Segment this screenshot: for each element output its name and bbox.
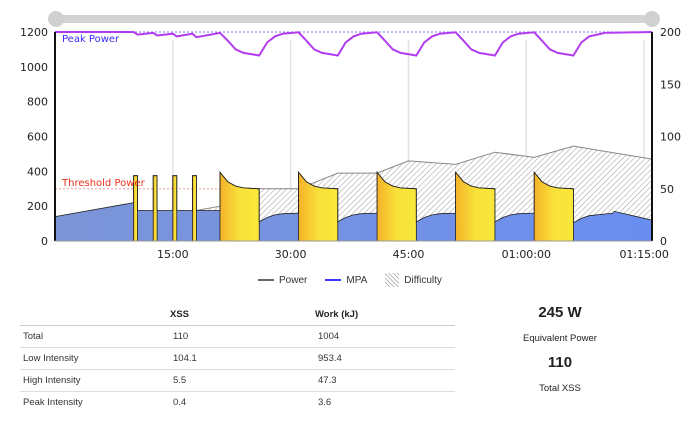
xss-cell: 110 [170, 325, 315, 348]
col-header-xss: XSS [170, 305, 315, 326]
range-slider-track[interactable] [55, 15, 652, 23]
table-row: Peak Intensity 0.4 3.6 [20, 392, 455, 414]
high-intensity-interval [152, 175, 158, 242]
table-row: Total 110 1004 [20, 325, 455, 348]
equivalent-power-value: 245 W [538, 304, 582, 321]
right-y-tick-label: 100 [660, 131, 681, 144]
equivalent-power-label: Equivalent Power [523, 333, 597, 344]
x-tick-label: 01:15:00 [619, 248, 668, 261]
work-cell: 47.3 [315, 369, 455, 392]
right-y-tick-label: 200 [660, 26, 681, 39]
left-y-tick-label: 800 [27, 96, 48, 109]
mpa-line [55, 31, 653, 57]
total-xss-value: 110 [547, 354, 573, 371]
high-intensity-interval [192, 175, 197, 242]
chart-legend: Power MPA Difficulty [258, 273, 442, 287]
xss-cell: 0.4 [173, 397, 187, 408]
difficulty-swatch [385, 273, 400, 287]
right-y-tick-label: 0 [660, 235, 667, 248]
range-slider-right-handle[interactable] [644, 11, 660, 27]
col-header-blank [20, 305, 170, 326]
row-label: Total [20, 325, 170, 348]
table-row: Low Intensity 104.1 953.4 [20, 347, 455, 370]
mpa-swatch [325, 279, 342, 281]
difficulty-area [196, 146, 652, 223]
row-label: High Intensity [20, 369, 170, 392]
range-slider-left-handle[interactable] [48, 11, 64, 27]
x-tick-label: 45:00 [393, 248, 425, 261]
legend-mpa[interactable]: MPA [325, 275, 367, 286]
xss-cell: 5.5 [170, 369, 315, 392]
work-cell: 1004 [315, 325, 455, 348]
high-intensity-interval [172, 175, 178, 242]
left-y-tick-label: 400 [27, 165, 48, 178]
left-y-tick-label: 1000 [20, 61, 48, 74]
total-xss-label: Total XSS [539, 383, 581, 394]
xss-cell: 104.1 [170, 347, 315, 370]
threshold-power-label: Threshold Power [61, 178, 146, 189]
legend-power-label: Power [279, 274, 308, 286]
peak-power-label: Peak Power [62, 34, 120, 45]
legend-difficulty-label: Difficulty [404, 274, 442, 286]
x-tick-label: 30:00 [275, 248, 307, 261]
left-y-tick-label: 0 [41, 235, 48, 248]
workout-chart: 15:00 30:00 45:00 01:00:00 01:15:00020040060… [20, 11, 681, 261]
legend-mpa-label: MPA [346, 274, 368, 286]
power-swatch [258, 279, 274, 281]
left-y-tick-label: 600 [27, 131, 48, 144]
left-y-tick-label: 200 [27, 200, 48, 213]
work-cell: 953.4 [315, 347, 455, 370]
work-cell: 3.6 [318, 397, 332, 408]
row-label: Low Intensity [20, 347, 170, 370]
legend-difficulty[interactable]: Difficulty [385, 273, 442, 287]
x-tick-label: 15:00 [157, 248, 189, 261]
row-label: Peak Intensity [23, 397, 83, 408]
table-row: High Intensity 5.5 47.3 [20, 369, 455, 392]
summary-stats: 245 W Equivalent Power 110 Total XSS [500, 304, 620, 404]
left-y-tick-label: 1200 [20, 26, 48, 39]
right-y-tick-label: 50 [660, 183, 674, 196]
col-header-work: Work (kJ) [315, 305, 455, 326]
x-tick-label: 01:00:00 [502, 248, 551, 261]
high-intensity-interval [219, 171, 260, 242]
xss-table: XSS Work (kJ) Total 110 1004 Low Intensity 1… [20, 305, 455, 413]
right-y-tick-label: 150 [660, 78, 681, 91]
legend-power[interactable]: Power [258, 275, 307, 286]
